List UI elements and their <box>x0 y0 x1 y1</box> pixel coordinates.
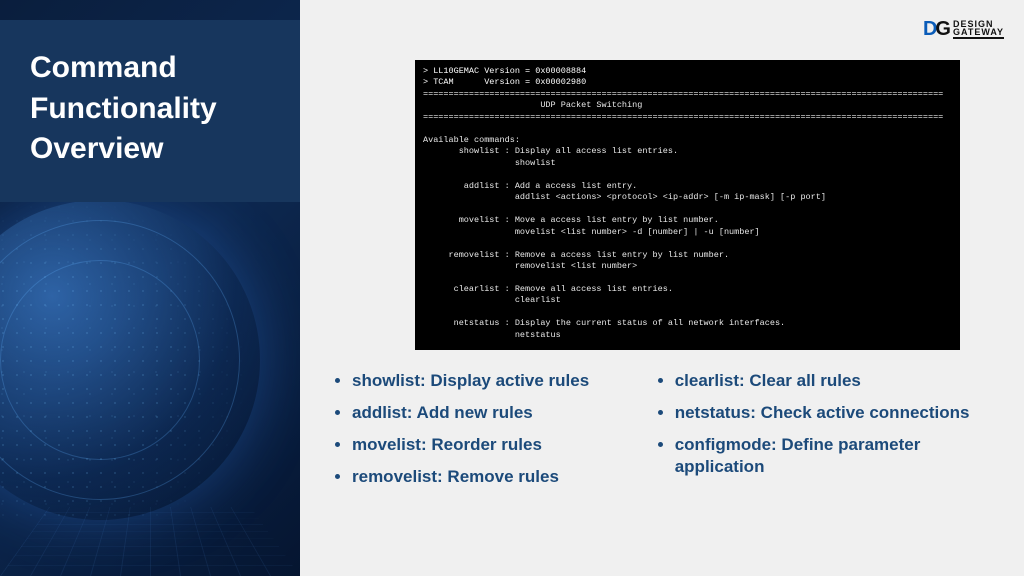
terminal-screenshot: > LL10GEMAC Version = 0x00008884 > TCAM … <box>415 60 960 350</box>
list-item: clearlist: Clear all rules <box>675 370 1010 392</box>
list-item: configmode: Define parameter application <box>675 434 1010 478</box>
terminal-line: Available commands: <box>423 135 520 145</box>
terminal-line: > TCAM Version = 0x00002980 <box>423 77 586 87</box>
list-item: showlist: Display active rules <box>352 370 633 392</box>
page-title: Command Functionality Overview <box>30 48 270 170</box>
terminal-line: removelist : Remove a access list entry … <box>423 250 729 260</box>
logo-text: DESIGNGATEWAY <box>953 20 1004 39</box>
list-item: addlist: Add new rules <box>352 402 633 424</box>
bullet-column-1: showlist: Display active rules addlist: … <box>330 370 633 498</box>
bullet-column-2: clearlist: Clear all rules netstatus: Ch… <box>653 370 1010 498</box>
logo: DG DESIGNGATEWAY <box>923 18 1004 41</box>
globe-dots <box>0 200 260 520</box>
terminal-line: clearlist <box>423 295 561 305</box>
terminal-line: addlist <actions> <protocol> <ip-addr> [… <box>423 192 826 202</box>
terminal-line: showlist : Display all access list entri… <box>423 146 678 156</box>
list-item: netstatus: Check active connections <box>675 402 1010 424</box>
logo-mark: DG <box>923 18 949 41</box>
list-item: movelist: Reorder rules <box>352 434 633 456</box>
terminal-line: clearlist : Remove all access list entri… <box>423 284 673 294</box>
terminal-line: netstatus : Display the current status o… <box>423 318 785 328</box>
terminal-line: showlist <box>423 158 556 168</box>
terminal-separator: ========================================… <box>423 89 943 99</box>
terminal-line: removelist <list number> <box>423 261 637 271</box>
terminal-line: addlist : Add a access list entry. <box>423 181 637 191</box>
terminal-line: netstatus <box>423 330 561 340</box>
terminal-line: movelist <list number> -d [number] | -u … <box>423 227 760 237</box>
list-item: removelist: Remove rules <box>352 466 633 488</box>
terminal-line: > LL10GEMAC Version = 0x00008884 <box>423 66 586 76</box>
left-panel: Command Functionality Overview <box>0 0 300 576</box>
terminal-line: movelist : Move a access list entry by l… <box>423 215 719 225</box>
bullet-summary: showlist: Display active rules addlist: … <box>330 370 1010 498</box>
globe-graphic <box>0 200 260 520</box>
terminal-banner: UDP Packet Switching <box>423 100 642 110</box>
terminal-separator: ========================================… <box>423 112 943 122</box>
title-box: Command Functionality Overview <box>0 20 300 202</box>
